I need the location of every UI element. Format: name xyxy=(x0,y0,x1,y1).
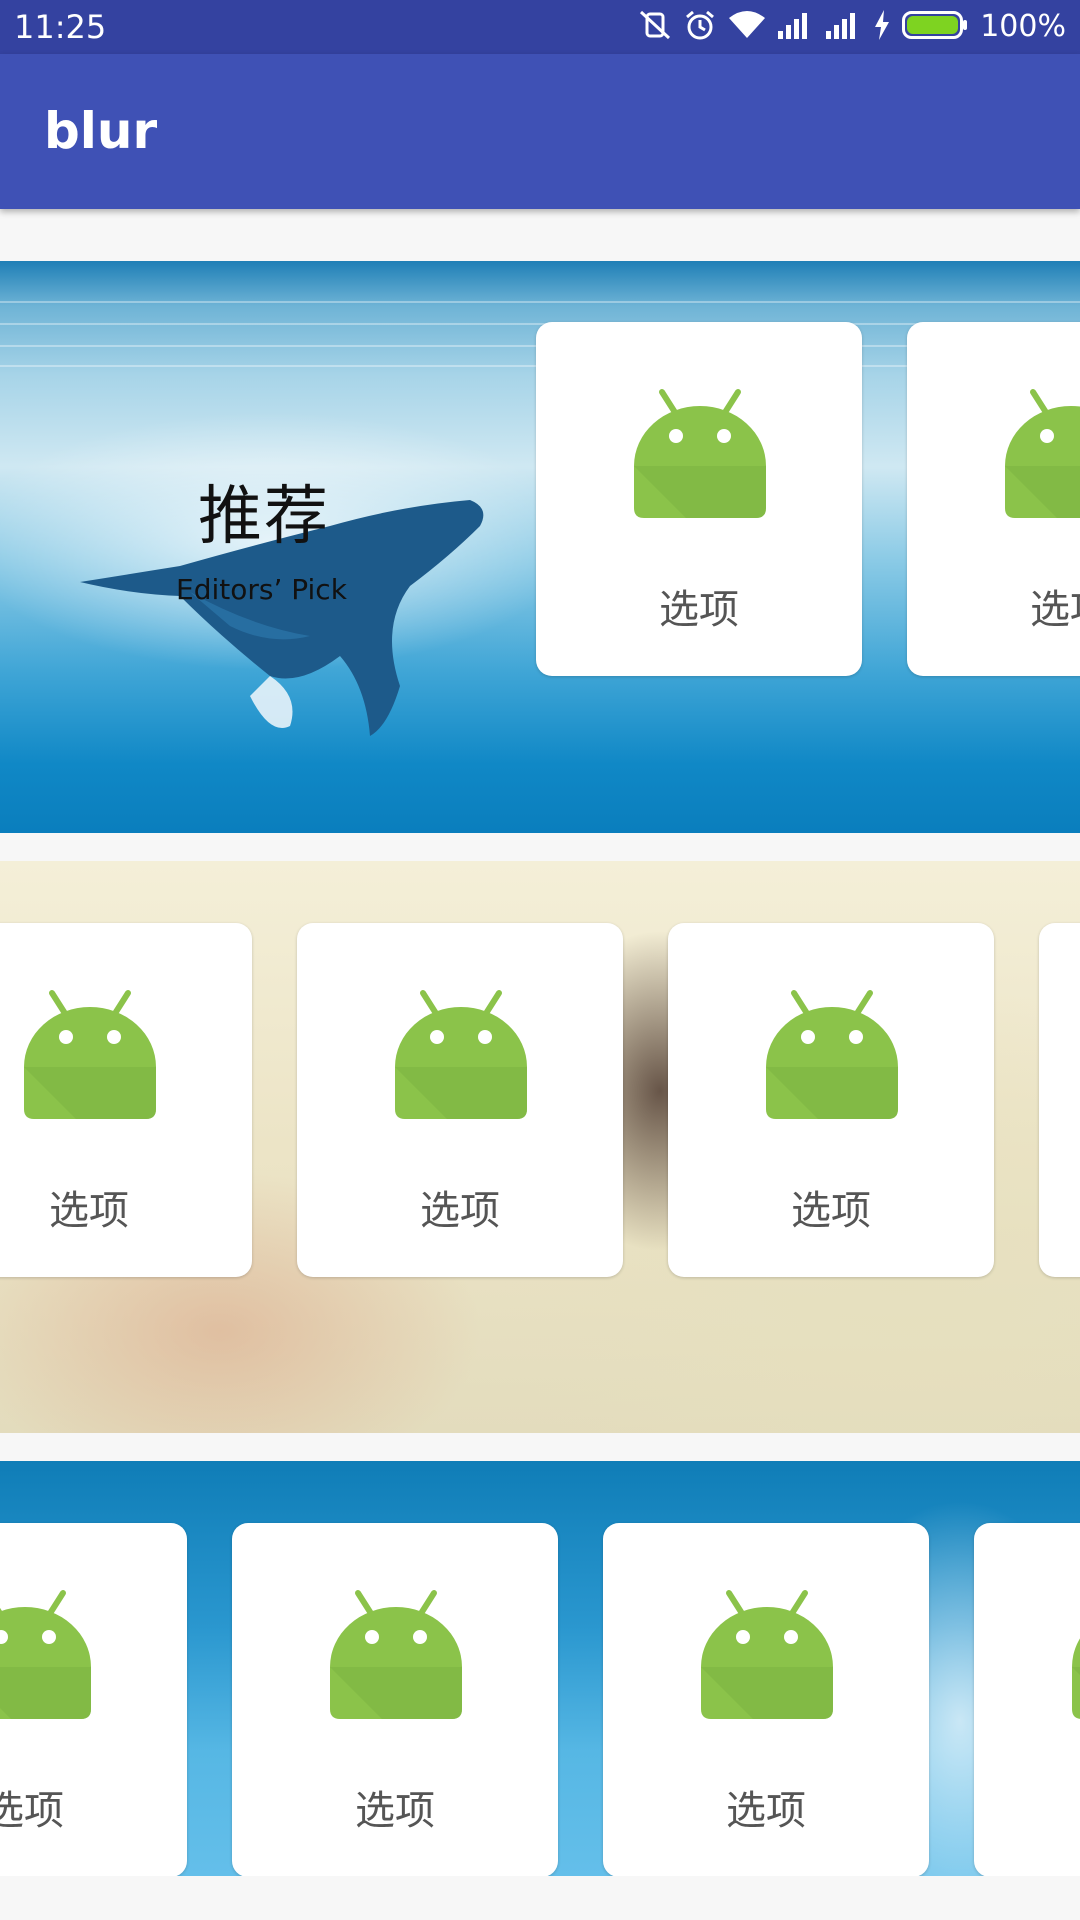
charging-icon xyxy=(874,10,890,44)
option-card[interactable]: 选项 xyxy=(0,1523,187,1876)
option-label: 选项 xyxy=(659,587,739,633)
app-bar: blur xyxy=(0,54,1080,209)
option-label: 选项 xyxy=(726,1788,806,1834)
option-label: 选项 xyxy=(791,1188,871,1234)
option-card[interactable]: 选项 xyxy=(907,322,1080,676)
app-title: blur xyxy=(44,102,158,160)
android-icon xyxy=(632,384,768,520)
android-icon xyxy=(0,1585,93,1721)
option-label: 选项 xyxy=(355,1788,435,1834)
option-card[interactable]: 选项 xyxy=(536,322,862,676)
carousel-row-2[interactable]: 选项 选项 选项 选项 xyxy=(0,861,1080,1433)
banner-subtitle: Editors’ Pick xyxy=(176,573,347,606)
option-card[interactable]: 选项 xyxy=(297,923,623,1277)
option-card[interactable]: 选项 xyxy=(603,1523,929,1876)
android-icon xyxy=(699,1585,835,1721)
option-label: 选项 xyxy=(0,1788,64,1834)
option-label: 选项 xyxy=(1039,1185,1080,1237)
android-icon xyxy=(1003,384,1080,520)
page-background xyxy=(0,1876,1080,1920)
android-icon xyxy=(764,985,900,1121)
android-icon xyxy=(393,985,529,1121)
option-label: 选项 xyxy=(974,1785,1080,1837)
carousel-row-3[interactable]: 选项 选项 选项 选项 xyxy=(0,1461,1080,1876)
alarm-icon xyxy=(684,9,716,45)
option-card[interactable]: 选项 xyxy=(974,1523,1080,1876)
signal-icon xyxy=(826,11,862,43)
option-label: 选项 xyxy=(1030,587,1080,633)
wifi-icon xyxy=(728,10,766,44)
option-card[interactable]: 选项 xyxy=(0,923,252,1277)
banner-title: 推荐 xyxy=(198,480,330,554)
status-icons: 100% xyxy=(638,8,1066,46)
option-label: 选项 xyxy=(420,1188,500,1234)
option-label: 选项 xyxy=(49,1188,129,1234)
android-icon xyxy=(328,1585,464,1721)
carousel-row-1[interactable]: 推荐 Editors’ Pick 选项 选项 xyxy=(0,261,1080,833)
battery-icon xyxy=(902,11,968,43)
battery-percent: 100% xyxy=(980,9,1066,44)
signal-icon xyxy=(778,11,814,43)
option-card[interactable]: 选项 xyxy=(1039,923,1080,1277)
status-time: 11:25 xyxy=(14,8,107,46)
vibrate-off-icon xyxy=(638,10,672,44)
android-icon xyxy=(1070,1585,1080,1721)
status-bar: 11:25 100% xyxy=(0,0,1080,54)
option-card[interactable]: 选项 xyxy=(232,1523,558,1876)
android-icon xyxy=(22,985,158,1121)
option-card[interactable]: 选项 xyxy=(668,923,994,1277)
